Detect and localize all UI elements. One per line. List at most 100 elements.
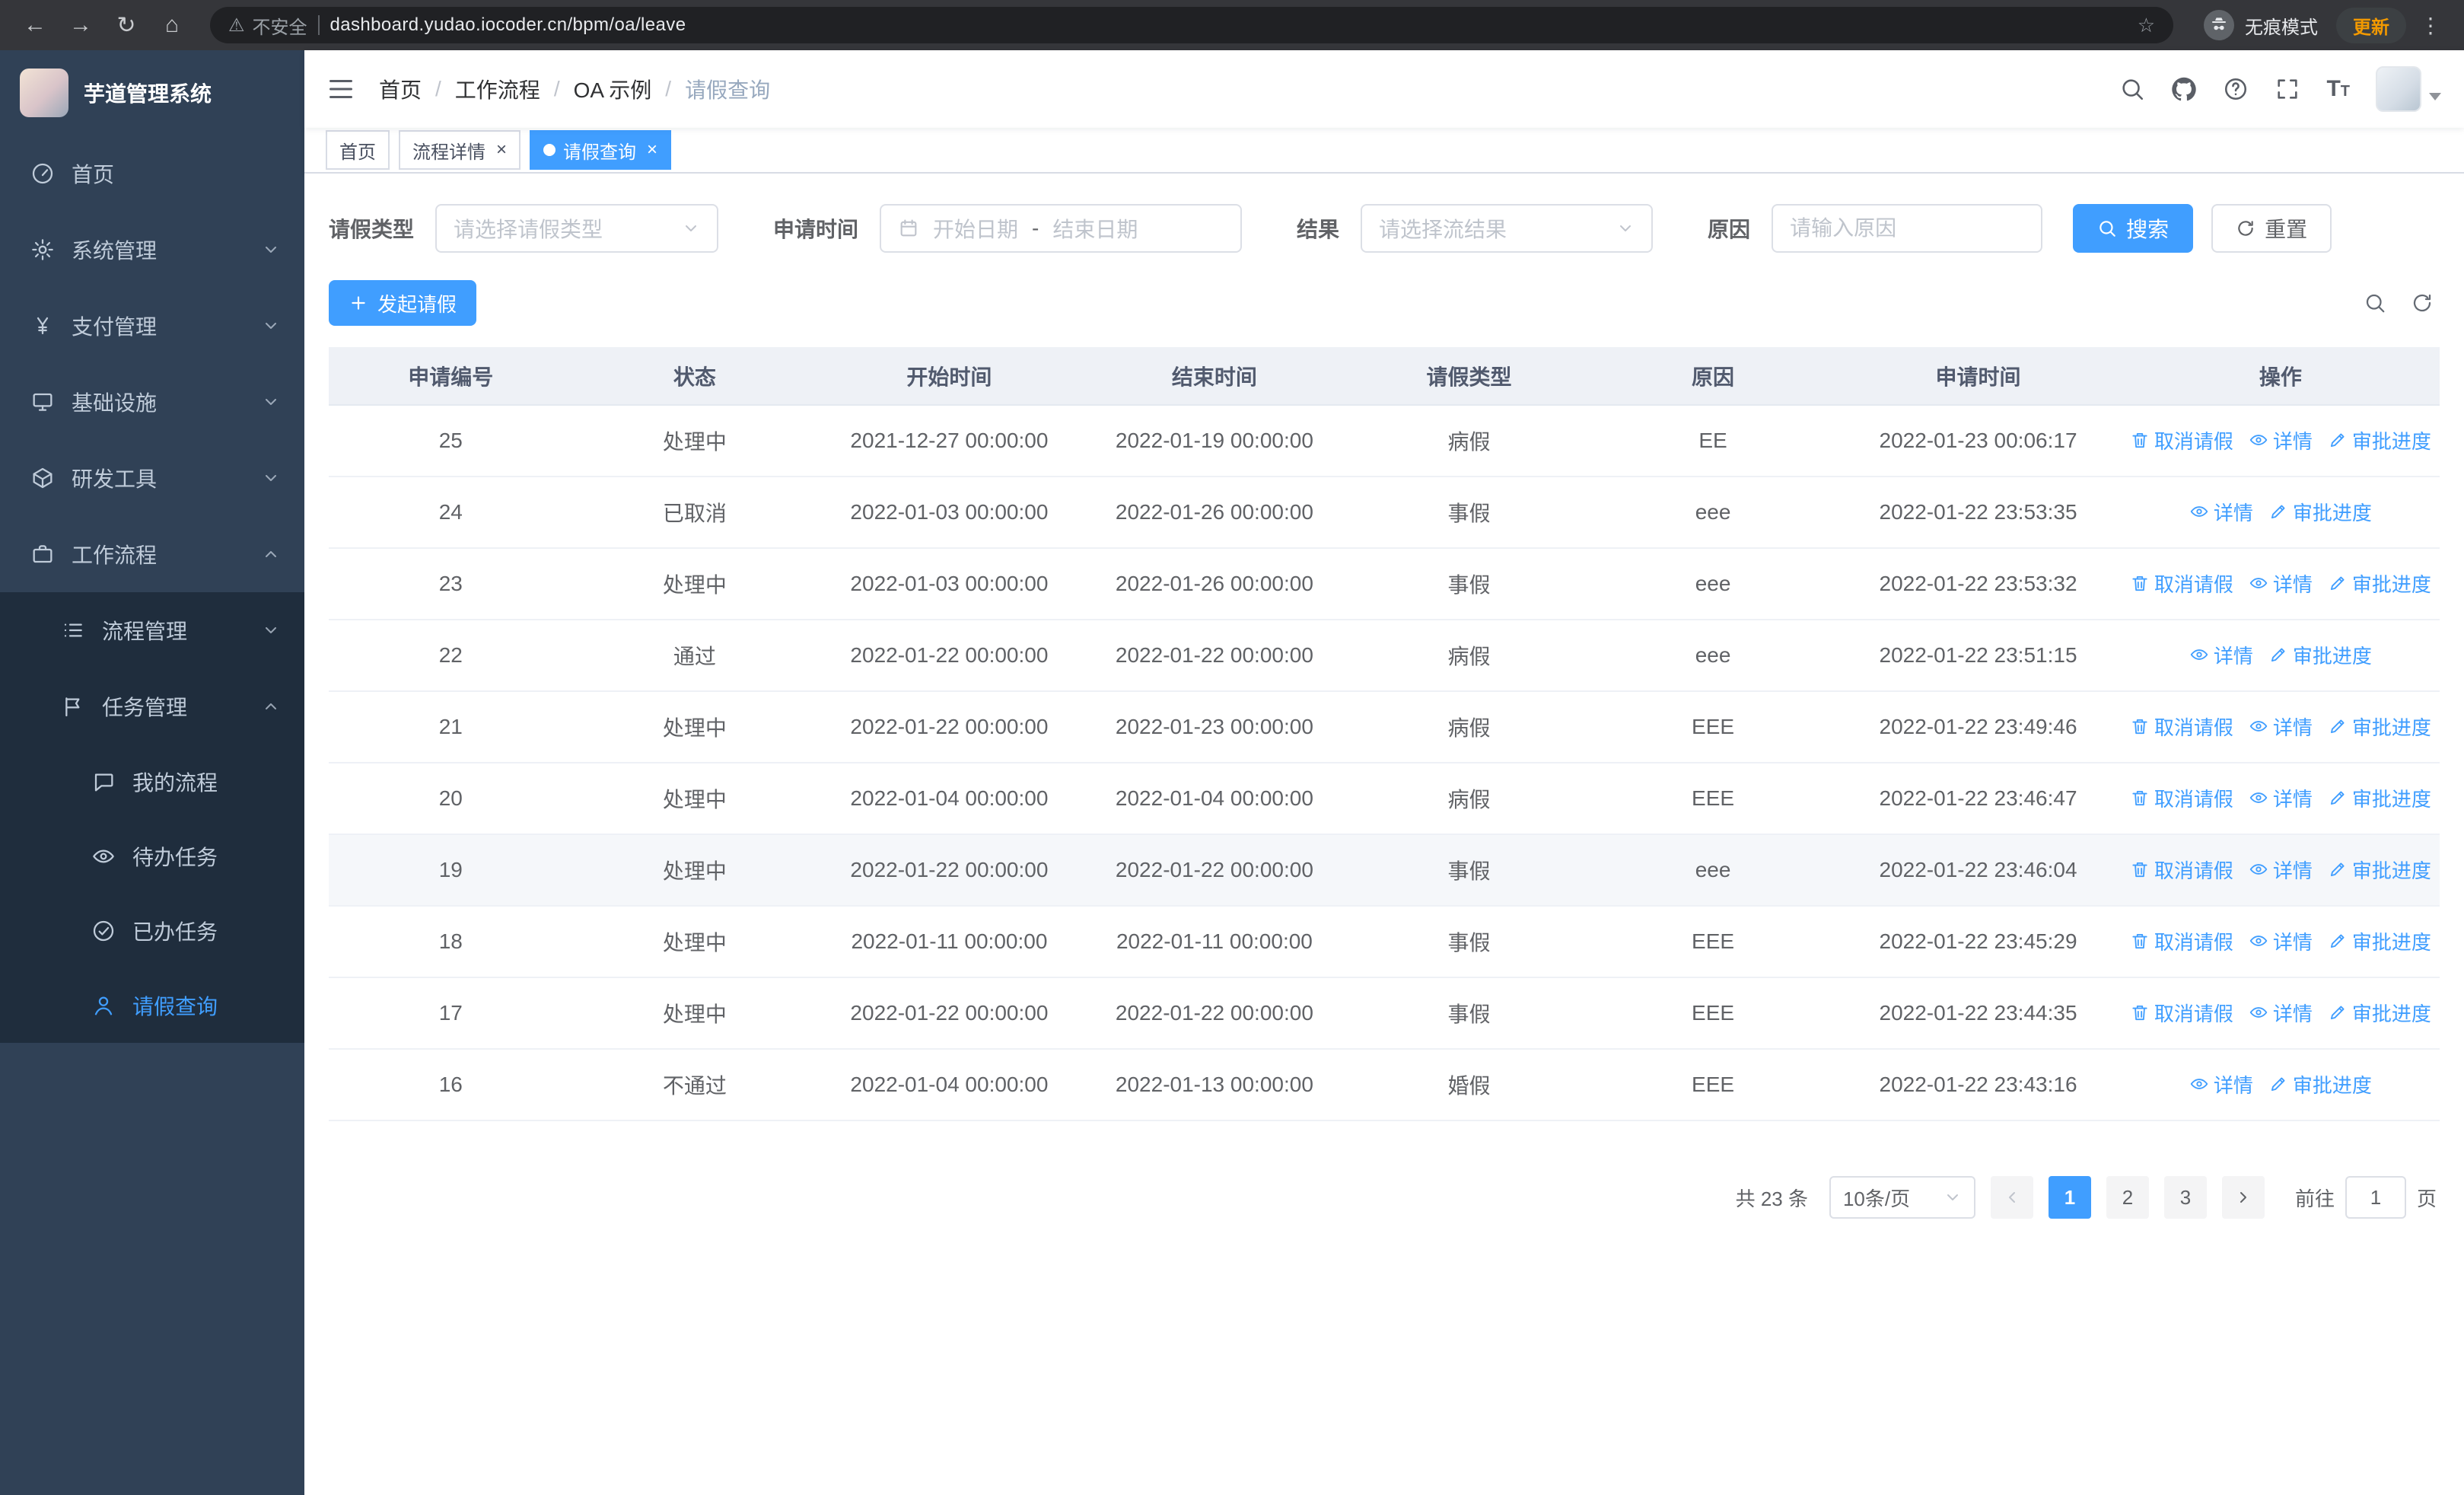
page-size-select[interactable]: 10条/页 [1829,1176,1975,1219]
breadcrumb-oa-example[interactable]: OA 示例 [574,74,652,104]
goto-page-input[interactable] [2345,1176,2406,1219]
date-range-picker[interactable]: 开始日期 - 结束日期 [880,204,1243,253]
tab-leave-query[interactable]: 请假查询 × [530,130,672,170]
user-menu[interactable] [2376,66,2441,112]
detail-link[interactable]: 详情 [2189,498,2253,526]
page-button-3[interactable]: 3 [2163,1176,2207,1219]
url-text[interactable]: dashboard.yudao.iocoder.cn/bpm/oa/leave [330,14,2127,36]
end-date-placeholder: 结束日期 [1052,218,1138,241]
table-row[interactable]: 21 处理中 2022-01-22 00:00:00 2022-01-23 00… [329,691,2440,763]
progress-link[interactable]: 审批进度 [2328,927,2431,955]
toggle-search-icon[interactable] [2364,292,2386,314]
browser-menu-icon[interactable]: ⋮ [2412,13,2449,38]
sidebar-item-home[interactable]: 首页 [0,135,304,212]
breadcrumb-workflow[interactable]: 工作流程 [455,74,540,104]
sidebar-item-devtools[interactable]: 研发工具 [0,440,304,516]
table-row[interactable]: 24 已取消 2022-01-03 00:00:00 2022-01-26 00… [329,477,2440,549]
detail-link[interactable]: 详情 [2249,856,2313,884]
cancel-leave-link[interactable]: 取消请假 [2130,426,2233,454]
page-button-1[interactable]: 1 [2048,1176,2091,1219]
browser-forward-button[interactable]: → [61,5,100,45]
reset-button[interactable]: 重置 [2211,204,2332,253]
cell-apply-id: 25 [329,405,573,477]
refresh-icon[interactable] [2411,292,2434,314]
sidebar-item-leave-query[interactable]: 请假查询 [0,968,304,1043]
tab-process-detail[interactable]: 流程详情 × [399,130,521,170]
progress-link[interactable]: 审批进度 [2268,641,2372,669]
prev-page-button[interactable] [1990,1176,2033,1219]
result-select[interactable]: 请选择流结果 [1361,204,1654,253]
progress-link[interactable]: 审批进度 [2268,1070,2372,1098]
sidebar-item-workflow[interactable]: 工作流程 [0,516,304,592]
cancel-leave-link[interactable]: 取消请假 [2130,999,2233,1027]
detail-link[interactable]: 详情 [2249,999,2313,1027]
detail-link[interactable]: 详情 [2189,1070,2253,1098]
sidebar-item-payment[interactable]: 支付管理 [0,288,304,364]
table-row[interactable]: 20 处理中 2022-01-04 00:00:00 2022-01-04 00… [329,763,2440,835]
cancel-leave-link[interactable]: 取消请假 [2130,712,2233,741]
bookmark-star-icon[interactable]: ☆ [2138,14,2155,37]
fullscreen-icon[interactable] [2275,76,2300,102]
browser-reload-button[interactable]: ↻ [107,5,146,45]
github-icon[interactable] [2171,76,2197,102]
detail-link[interactable]: 详情 [2249,569,2313,598]
tab-home[interactable]: 首页 [326,130,390,170]
sidebar-item-task-management[interactable]: 任务管理 [0,668,304,744]
leave-type-select[interactable]: 请选择请假类型 [435,204,719,253]
sidebar-item-infrastructure[interactable]: 基础设施 [0,364,304,440]
app-logo[interactable]: 芋道管理系统 [0,50,304,135]
search-icon[interactable] [2119,76,2145,102]
page-button-2[interactable]: 2 [2106,1176,2149,1219]
cell-start-time: 2022-01-03 00:00:00 [817,477,1082,549]
address-bar[interactable]: ⚠ 不安全 dashboard.yudao.iocoder.cn/bpm/oa/… [210,7,2173,43]
help-icon[interactable] [2223,76,2249,102]
progress-link[interactable]: 审批进度 [2328,856,2431,884]
cancel-leave-link[interactable]: 取消请假 [2130,927,2233,955]
table-row[interactable]: 19 处理中 2022-01-22 00:00:00 2022-01-22 00… [329,834,2440,907]
close-icon[interactable]: × [647,141,657,159]
browser-home-button[interactable]: ⌂ [152,5,192,45]
browser-toolbar: ← → ↻ ⌂ ⚠ 不安全 dashboard.yudao.iocoder.cn… [0,0,2464,50]
breadcrumb-separator: / [665,77,672,100]
cell-reason: EEE [1590,763,1835,835]
detail-link[interactable]: 详情 [2249,426,2313,454]
progress-link[interactable]: 审批进度 [2268,498,2372,526]
progress-link[interactable]: 审批进度 [2328,712,2431,741]
search-button[interactable]: 搜索 [2073,204,2194,253]
sidebar-item-system[interactable]: 系统管理 [0,212,304,288]
detail-link[interactable]: 详情 [2249,712,2313,741]
table-row[interactable]: 16 不通过 2022-01-04 00:00:00 2022-01-13 00… [329,1049,2440,1121]
table-row[interactable]: 17 处理中 2022-01-22 00:00:00 2022-01-22 00… [329,977,2440,1050]
sidebar-item-process-management[interactable]: 流程管理 [0,592,304,668]
font-size-icon[interactable]: TT [2326,78,2350,100]
browser-update-button[interactable]: 更新 [2336,7,2406,43]
cell-start-time: 2022-01-22 00:00:00 [817,834,1082,907]
cancel-leave-link[interactable]: 取消请假 [2130,569,2233,598]
browser-back-button[interactable]: ← [15,5,55,45]
sidebar-toggle-icon[interactable] [327,75,355,103]
table-row[interactable]: 23 处理中 2022-01-03 00:00:00 2022-01-26 00… [329,548,2440,620]
next-page-button[interactable] [2221,1176,2265,1219]
security-warning[interactable]: ⚠ 不安全 [228,12,307,39]
sidebar-item-my-processes[interactable]: 我的流程 [0,744,304,819]
table-row[interactable]: 18 处理中 2022-01-11 00:00:00 2022-01-11 00… [329,906,2440,978]
detail-link[interactable]: 详情 [2189,641,2253,669]
create-leave-button[interactable]: 发起请假 [329,280,477,326]
cancel-leave-link[interactable]: 取消请假 [2130,856,2233,884]
sidebar-item-todo-tasks[interactable]: 待办任务 [0,819,304,894]
detail-link[interactable]: 详情 [2249,927,2313,955]
table-row[interactable]: 25 处理中 2021-12-27 00:00:00 2022-01-19 00… [329,405,2440,477]
top-navbar: 首页 / 工作流程 / OA 示例 / 请假查询 TT [304,50,2464,128]
sidebar-item-done-tasks[interactable]: 已办任务 [0,894,304,968]
progress-link[interactable]: 审批进度 [2328,426,2431,454]
close-icon[interactable]: × [496,141,507,159]
progress-link[interactable]: 审批进度 [2328,784,2431,812]
incognito-label: 无痕模式 [2245,17,2318,38]
detail-link[interactable]: 详情 [2249,784,2313,812]
cancel-leave-link[interactable]: 取消请假 [2130,784,2233,812]
reason-input[interactable] [1772,204,2043,253]
table-row[interactable]: 22 通过 2022-01-22 00:00:00 2022-01-22 00:… [329,620,2440,692]
progress-link[interactable]: 审批进度 [2328,999,2431,1027]
breadcrumb-home[interactable]: 首页 [379,74,422,104]
progress-link[interactable]: 审批进度 [2328,569,2431,598]
